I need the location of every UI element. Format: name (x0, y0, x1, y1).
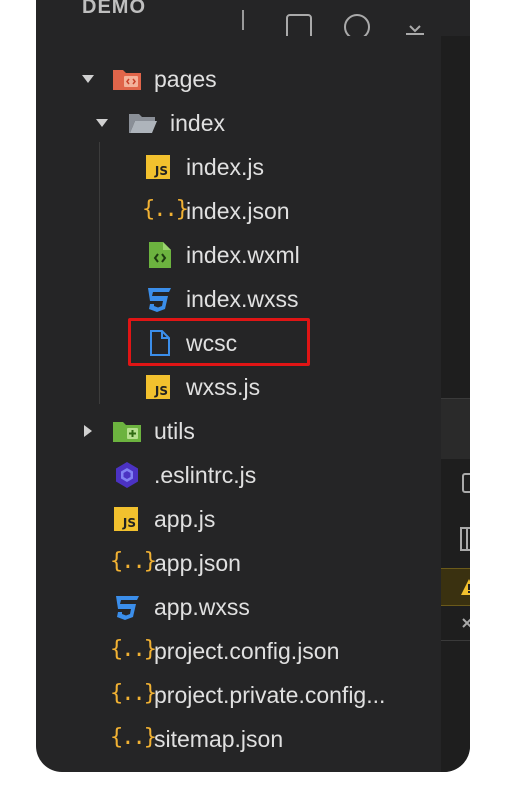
tree-item-project-config[interactable]: {..} project.config.json (36, 629, 436, 673)
file-icon (146, 328, 176, 358)
tree-item-label: project.config.json (154, 638, 340, 664)
tree-item-utils[interactable]: utils (36, 409, 436, 453)
json-file-icon: {..} (110, 725, 157, 750)
folder-icon (112, 64, 142, 94)
chevron-down-icon[interactable] (96, 119, 108, 127)
tree-item-label: wxss.js (186, 374, 261, 400)
tree-item-label: pages (154, 66, 217, 92)
chevron-down-icon[interactable] (82, 75, 94, 83)
tree-item-wcsc[interactable]: wcsc (36, 321, 436, 365)
json-file-icon: {..} (110, 637, 157, 662)
refresh-icon[interactable] (344, 14, 370, 36)
css-file-icon (112, 592, 142, 622)
js-file-icon: JS (146, 375, 170, 399)
tree-item-index-folder[interactable]: index (36, 101, 436, 145)
tree-item-label: index.json (186, 198, 290, 224)
tree-item-index-json[interactable]: {..} index.json (36, 189, 436, 233)
tree-item-index-wxml[interactable]: index.wxml (36, 233, 436, 277)
js-file-icon: JS (114, 507, 138, 531)
tree-item-label: index.wxss (186, 286, 299, 312)
tree-item-pages[interactable]: pages (36, 57, 436, 101)
json-file-icon: {..} (110, 549, 157, 574)
tree-item-label: app.js (154, 506, 216, 532)
tree-item-label: index (170, 110, 225, 136)
tree-item-label: utils (154, 418, 195, 444)
folder-open-icon (128, 108, 158, 138)
tree-item-label: app.wxss (154, 594, 250, 620)
explorer-header: DEMO (36, 0, 470, 36)
tree-item-label: index.wxml (186, 242, 300, 268)
css-file-icon (144, 284, 174, 314)
editor-edge-icon-2[interactable] (441, 522, 470, 556)
tree-item-sitemap[interactable]: {..} sitemap.json (36, 717, 436, 761)
tree-item-label: .eslintrc.js (154, 462, 257, 488)
tree-item-wxss-js[interactable]: JS wxss.js (36, 365, 436, 409)
js-file-icon: JS (146, 155, 170, 179)
tree-item-app-js[interactable]: JS app.js (36, 497, 436, 541)
header-divider (242, 10, 244, 30)
tree-item-label: app.json (154, 550, 241, 576)
file-explorer-panel: DEMO pages index JS index.js {..} index.… (36, 0, 470, 772)
new-file-icon[interactable] (286, 14, 312, 36)
tree-item-app-json[interactable]: {..} app.json (36, 541, 436, 585)
wxml-file-icon (146, 240, 176, 270)
tree-item-eslintrc[interactable]: .eslintrc.js (36, 453, 436, 497)
json-file-icon: {..} (142, 197, 189, 222)
tree-item-label: index.js (186, 154, 264, 180)
warning-bar[interactable] (441, 568, 470, 606)
editor-edge-close[interactable] (441, 610, 470, 641)
editor-edge-tab (441, 398, 470, 459)
collapse-all-icon[interactable] (402, 14, 428, 36)
tree-item-label: project.private.config... (154, 682, 386, 708)
json-file-icon: {..} (110, 681, 157, 706)
editor-edge-icon-1[interactable] (441, 466, 470, 500)
tree-item-project-private-config[interactable]: {..} project.private.config... (36, 673, 436, 717)
tree-item-label: wcsc (186, 330, 238, 356)
tree-item-index-wxss[interactable]: index.wxss (36, 277, 436, 321)
tree-item-label: sitemap.json (154, 726, 284, 752)
folder-icon (112, 416, 142, 446)
project-title: DEMO (82, 0, 146, 18)
eslint-icon (112, 460, 142, 490)
chevron-right-icon[interactable] (84, 425, 92, 437)
tree-item-app-wxss[interactable]: app.wxss (36, 585, 436, 629)
tree-item-index-js[interactable]: JS index.js (36, 145, 436, 189)
